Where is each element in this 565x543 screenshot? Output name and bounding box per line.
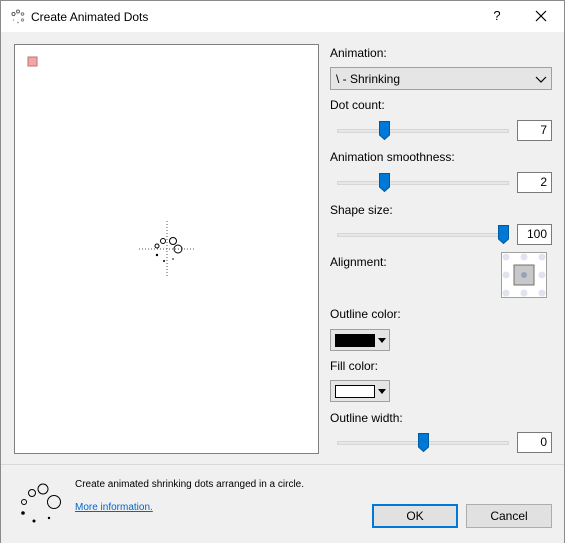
slider-thumb[interactable] [379,173,390,192]
slider-thumb[interactable] [498,225,509,244]
dot-count-label: Dot count: [330,98,385,112]
help-button[interactable]: ? [485,4,509,28]
slider-track [337,181,509,185]
outline-color-swatch [335,334,375,347]
alignment-label: Alignment: [330,255,387,269]
ok-button[interactable]: OK [372,504,458,528]
smoothness-label: Animation smoothness: [330,150,455,164]
dropdown-arrow-icon [378,338,386,343]
animation-select[interactable]: \ - Shrinking [330,67,552,90]
fill-color-button[interactable] [330,380,390,402]
animation-label: Animation: [330,46,387,60]
dropdown-arrow-icon [378,389,386,394]
outline-width-input[interactable]: 0 [517,432,552,453]
preview-dots [154,237,183,254]
shape-size-input[interactable]: 100 [517,224,552,245]
crosshair-guide [139,221,195,277]
window-title: Create Animated Dots [31,10,149,24]
more-information-link[interactable]: More information. [75,502,153,513]
animated-dots-large-icon [21,483,61,523]
outline-color-label: Outline color: [330,307,401,321]
smoothness-slider[interactable] [337,171,509,195]
animation-select-value: \ - Shrinking [336,72,401,86]
footer-description: Create animated shrinking dots arranged … [75,479,305,490]
dot-count-input[interactable]: 7 [517,120,552,141]
dialog-window: Create Animated Dots ? Animation: \ - Sh… [0,0,565,543]
preview-marker [27,56,38,67]
dot-count-slider[interactable] [337,119,509,143]
shape-size-label: Shape size: [330,203,393,217]
title-bar: Create Animated Dots ? [1,1,564,32]
chevron-down-icon [535,76,547,83]
slider-thumb[interactable] [379,121,390,140]
animated-dots-icon [11,9,25,24]
outline-color-button[interactable] [330,329,390,351]
smoothness-input[interactable]: 2 [517,172,552,193]
close-icon[interactable] [529,4,553,28]
slider-track [337,129,509,133]
shape-size-slider[interactable] [337,223,509,247]
cancel-button[interactable]: Cancel [466,504,552,528]
alignment-picker[interactable] [501,252,547,298]
outline-width-slider[interactable] [337,431,509,455]
fill-color-swatch [335,385,375,398]
outline-width-label: Outline width: [330,411,403,425]
fill-color-label: Fill color: [330,359,379,373]
slider-thumb[interactable] [418,433,429,452]
alignment-grid [502,253,546,297]
slider-track [337,233,509,237]
animation-preview [14,44,319,454]
